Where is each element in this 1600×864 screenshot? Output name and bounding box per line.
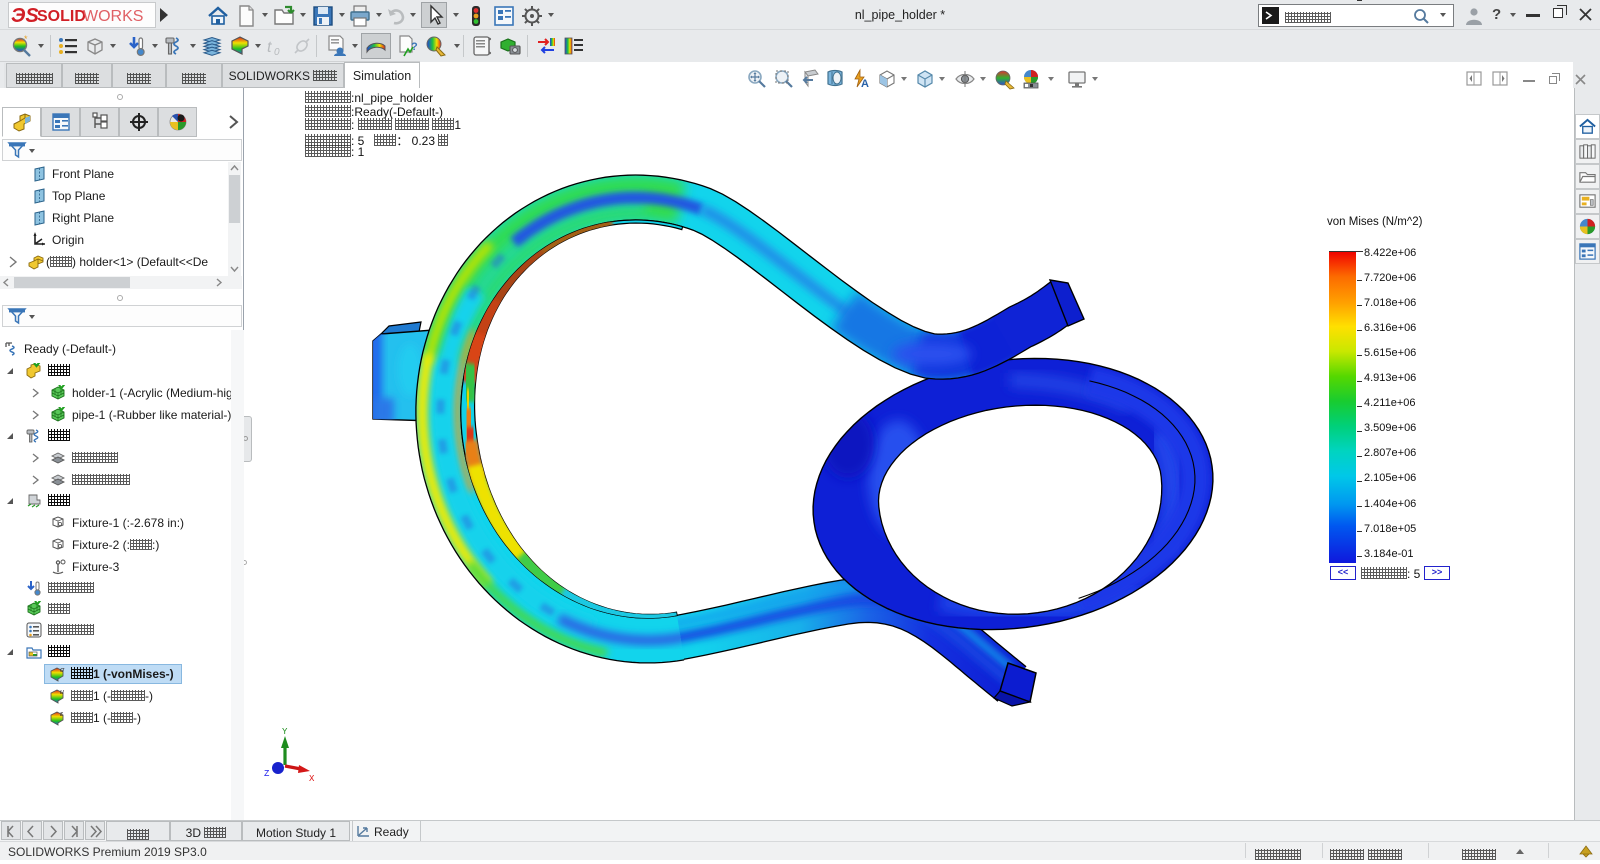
svg-text:*: * [24,34,28,44]
svg-text:?: ? [411,41,418,53]
svg-text:A: A [861,78,869,90]
svg-text:ЭS: ЭS [11,5,39,27]
svg-text:u: u [60,689,64,696]
svg-text:Z: Z [264,769,270,779]
svg-text:Y: Y [282,727,288,737]
svg-text:0: 0 [274,47,280,58]
svg-text:WORKS: WORKS [83,8,143,25]
svg-text:t: t [267,39,272,56]
svg-text:X: X [309,774,315,784]
svg-text:σ: σ [60,667,65,674]
svg-text:SOLID: SOLID [37,8,86,25]
